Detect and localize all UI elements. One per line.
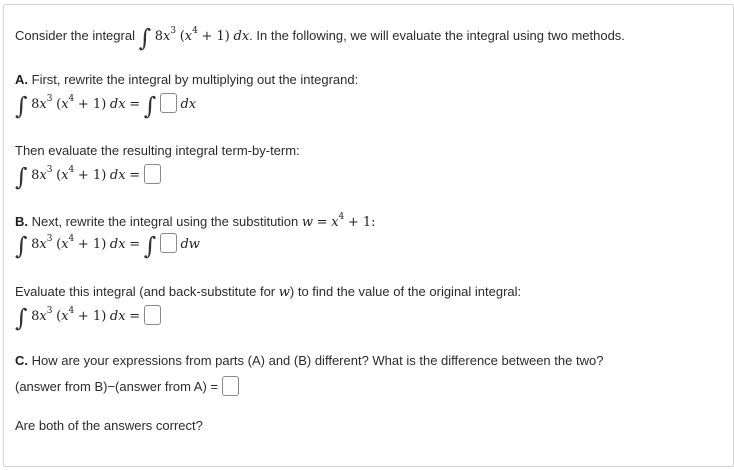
part-a-heading: A. First, rewrite the integral by multip… <box>15 72 358 87</box>
part-c-heading: C. How are your expressions from parts (… <box>15 353 603 368</box>
part-b-eval-text: Evaluate this integral (and back-substit… <box>15 284 522 300</box>
part-c-final-question: Are both of the answers correct? <box>15 418 203 433</box>
part-b-integrand-input[interactable] <box>159 233 177 253</box>
part-b-heading: B. Next, rewrite the integral using the … <box>15 212 376 230</box>
intro-integral: ∫ 8x3 (x4 + 1) dx <box>138 24 250 52</box>
part-a-equation-result: ∫ 8x3 (x4 + 1) dx = <box>15 164 161 189</box>
part-b-instruction: Next, rewrite the integral using the sub… <box>31 214 299 229</box>
part-b-label: B. <box>15 214 28 229</box>
part-b-equation-result: ∫ 8x3 (x4 + 1) dx = <box>15 305 161 330</box>
part-c-label: C. <box>15 353 28 368</box>
part-a-label: A. <box>15 72 28 87</box>
intro-text-after: . In the following, we will evaluate the… <box>249 28 625 43</box>
part-a-integrand-input[interactable] <box>159 93 177 113</box>
part-a-equation-rewrite: ∫ 8x3 (x4 + 1) dx = ∫ dx <box>15 92 197 120</box>
part-a-result-input[interactable] <box>143 164 161 184</box>
part-b-result-input[interactable] <box>143 305 161 325</box>
part-c-difference-row: (answer from B)−(answer from A) = <box>15 376 239 396</box>
part-a-then-text: Then evaluate the resulting integral ter… <box>15 143 300 158</box>
part-c-question: How are your expressions from parts (A) … <box>31 353 604 368</box>
part-c-difference-input[interactable] <box>221 376 239 396</box>
intro-line: Consider the integral ∫ 8x3 (x4 + 1) dx.… <box>15 26 625 50</box>
intro-text-before: Consider the integral <box>15 28 135 43</box>
part-b-equation-rewrite: ∫ 8x3 (x4 + 1) dx = ∫ dw <box>15 232 200 260</box>
part-a-instruction: First, rewrite the integral by multiplyi… <box>31 72 359 87</box>
question-panel: Consider the integral ∫ 8x3 (x4 + 1) dx.… <box>3 4 734 467</box>
part-c-difference-label: (answer from B)−(answer from A) = <box>15 379 218 394</box>
